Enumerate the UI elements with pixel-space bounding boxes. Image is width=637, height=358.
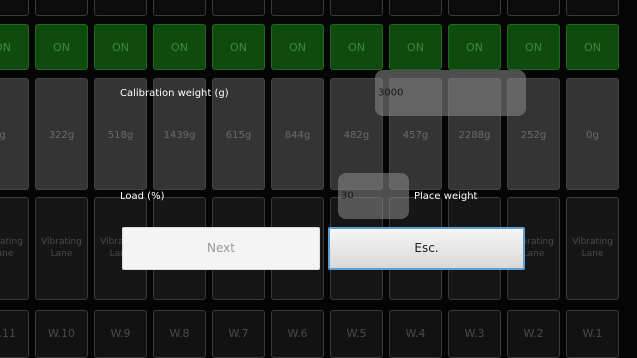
lane-status-button[interactable]: ON [153,24,206,70]
lane-weight-cell: 0g [566,78,619,190]
lane-label-text: W.10 [47,327,76,340]
lane-weight-cell: g [0,78,29,190]
lane-label: W.3 [448,310,501,358]
lane-column: ON 518g Vibrating Lane W.9 [94,0,147,358]
vibrating-lane-button-text: Vibrating Lane [41,237,82,259]
lane-weight-cell-text: 457g [402,130,429,141]
lane-status-button[interactable]: ON [35,24,88,70]
lane-weight-cell-text: 322g [48,130,75,141]
calibration-weight-value: 3000 [378,87,404,99]
lane-label: W.2 [507,310,560,358]
lane-label: W.4 [389,310,442,358]
lane-weight-cell-text: 2288g [458,130,491,141]
lane-column: ON 0g Vibrating Lane W.1 [566,0,619,358]
lane-label-text: W.1 [582,327,603,340]
place-weight-label: Place weight [414,191,478,202]
lane-weight-cell-text: 0g [586,130,599,141]
lane-top-cell [330,0,383,16]
lane-column: ON844gVibrating LaneW.6 [271,0,324,358]
lane-status-button-text: ON [0,41,11,54]
lane-label-text: W.2 [523,327,544,340]
lane-status-button-text: ON [230,41,247,54]
lane-label-text: W.9 [110,327,131,340]
lane-label-text: W.8 [169,327,190,340]
load-value: 30 [341,190,354,202]
lane-label-text: W.4 [405,327,426,340]
vibrating-lane-button[interactable]: Vibrating Lane [566,197,619,300]
lane-status-button[interactable]: ON [94,24,147,70]
lane-label: W.7 [212,310,265,358]
lane-status-button-text: ON [584,41,601,54]
lane-status-button[interactable]: ON [330,24,383,70]
vibrating-lane-button-text: Vibrating Lane [0,237,23,259]
lane-column: ON2288gVibrating LaneW.3 [448,0,501,358]
lane-weight-cell-text: 252g [520,130,547,141]
lane-status-button[interactable]: ON [389,24,442,70]
calibration-weight-label: Calibration weight (g) [120,88,229,99]
next-button[interactable]: Next [122,227,320,270]
lane-label-text: W.5 [346,327,367,340]
lane-label-text: W.6 [287,327,308,340]
lane-label: W.8 [153,310,206,358]
lane-label: W.10 [35,310,88,358]
lane-top-cell [153,0,206,16]
calibration-weight-input[interactable]: 3000 [375,70,526,116]
lane-label: W.11 [0,310,29,358]
lane-status-button[interactable]: ON [0,24,29,70]
lane-status-button-text: ON [407,41,424,54]
lane-label-text: W.3 [464,327,485,340]
lane-column: ON 322g Vibrating Lane W.10 [35,0,88,358]
lane-top-cell [389,0,442,16]
vibrating-lane-button-text: Vibrating Lane [572,237,613,259]
load-input[interactable]: 30 [338,173,409,219]
lane-column: ON1439gVibrating LaneW.8 [153,0,206,358]
lane-top-cell [0,0,29,16]
lane-weight-cell: 322g [35,78,88,190]
lane-status-button[interactable]: ON [507,24,560,70]
lane-top-cell [212,0,265,16]
lane-label: W.1 [566,310,619,358]
lane-label-text: W.7 [228,327,249,340]
lane-label-text: W.11 [0,327,17,340]
lane-weight-cell-text: 518g [107,130,134,141]
lane-status-button[interactable]: ON [212,24,265,70]
vibrating-lane-button[interactable]: Vibrating Lane [35,197,88,300]
lane-label: W.9 [94,310,147,358]
vibrating-lane-button[interactable]: Vibrating Lane [0,197,29,300]
lane-status-button[interactable]: ON [448,24,501,70]
weigher-grid: ON g Vibrating Lane W.11 ON 322g Vibrating Lan… [0,0,637,358]
lane-weight-cell: 844g [271,78,324,190]
lane-weight-cell-text: g [0,130,6,141]
lane-status-button-text: ON [289,41,306,54]
lane-status-button-text: ON [466,41,483,54]
lane-column: ON615gVibrating LaneW.7 [212,0,265,358]
lane-column: ON 252g Vibrating Lane W.2 [507,0,560,358]
lane-top-cell [566,0,619,16]
lane-status-button[interactable]: ON [271,24,324,70]
esc-button[interactable]: Esc. [328,227,525,270]
lane-status-button-text: ON [525,41,542,54]
lane-top-cell [507,0,560,16]
lane-status-button-text: ON [348,41,365,54]
lane-top-cell [271,0,324,16]
lane-weight-cell-text: 844g [284,130,311,141]
lane-status-button-text: ON [171,41,188,54]
lane-weight-cell-text: 482g [343,130,370,141]
lane-status-button[interactable]: ON [566,24,619,70]
lane-top-cell [35,0,88,16]
lane-label: W.5 [330,310,383,358]
lane-column: ON g Vibrating Lane W.11 [0,0,29,358]
lane-status-button-text: ON [53,41,70,54]
lane-weight-cell-text: 615g [225,130,252,141]
lane-label: W.6 [271,310,324,358]
load-label: Load (%) [120,191,165,202]
lane-top-cell [94,0,147,16]
lane-weight-cell-text: 1439g [163,130,196,141]
lane-status-button-text: ON [112,41,129,54]
lane-top-cell [448,0,501,16]
